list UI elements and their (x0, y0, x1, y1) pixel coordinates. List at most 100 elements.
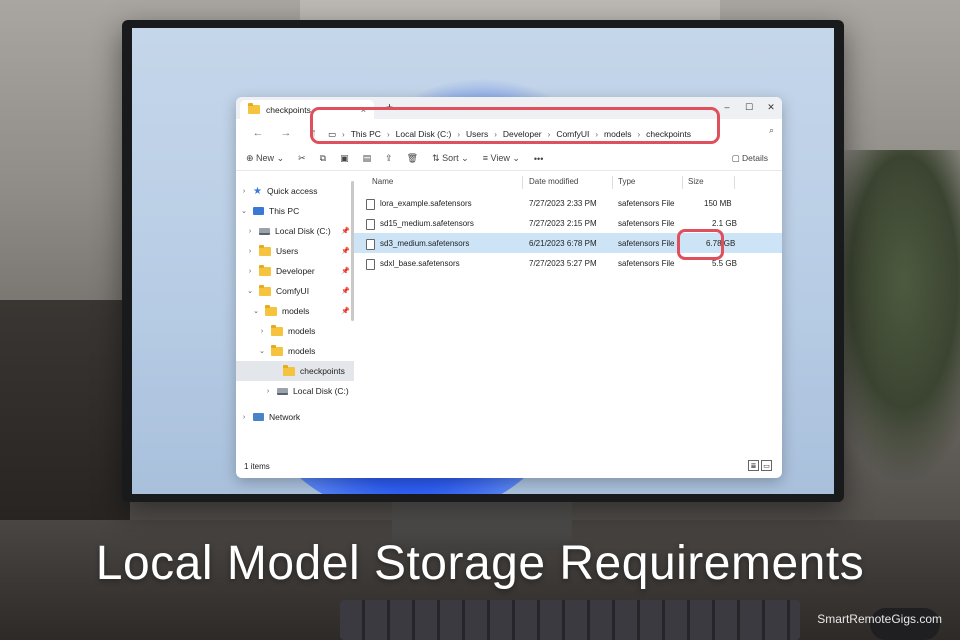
sidebar-item-label: Developer (276, 266, 315, 276)
file-type: safetensors File (618, 239, 675, 248)
chevron-right-icon[interactable]: › (258, 328, 266, 335)
file-name: sd15_medium.safetensors (380, 219, 474, 228)
status-bar: 1 items ≣ ▭ (236, 454, 782, 478)
sidebar-item-models[interactable]: ⌄ models 📌 (236, 301, 354, 321)
sidebar-item-label: Local Disk (C:) (275, 226, 331, 236)
caption-title: Local Model Storage Requirements (95, 537, 865, 590)
delete-icon[interactable]: 🗑 (407, 153, 418, 164)
sidebar-item-checkpoints[interactable]: checkpoints (236, 361, 354, 381)
column-size[interactable]: Size (688, 177, 704, 186)
file-icon (366, 219, 375, 230)
chevron-right-icon[interactable]: › (240, 188, 248, 195)
column-name[interactable]: Name (372, 177, 393, 186)
sidebar-item-users[interactable]: › Users 📌 (236, 241, 354, 261)
network-icon (253, 413, 264, 421)
cut-icon[interactable]: ✂ (298, 153, 306, 164)
sidebar-item-this-pc[interactable]: ⌄ This PC (236, 201, 354, 221)
watermark: SmartRemoteGigs.com (817, 612, 942, 626)
pin-icon: 📌 (341, 308, 350, 315)
chevron-down-icon[interactable]: ⌄ (240, 207, 248, 215)
forward-button[interactable]: → (272, 127, 300, 139)
sidebar-item-label: checkpoints (300, 366, 345, 376)
star-icon: ★ (253, 185, 262, 197)
more-button[interactable]: ••• (534, 154, 543, 164)
tab-title: checkpoints (266, 104, 311, 115)
search-icon[interactable]: ⌕ (769, 125, 774, 136)
table-row[interactable]: lora_example.safetensors 7/27/2023 2:33 … (354, 193, 782, 213)
chevron-right-icon[interactable]: › (246, 268, 254, 275)
column-divider[interactable] (734, 176, 735, 189)
paste-icon[interactable]: ▣ (340, 153, 349, 164)
desktop-screen: checkpoints × + – ☐ ✕ ← → ↑ ▭ › This PC (132, 28, 834, 494)
file-size: 5.5 GB (712, 259, 737, 268)
sidebar-item-quick-access[interactable]: › ★ Quick access (236, 181, 354, 201)
sidebar-item-developer[interactable]: › Developer 📌 (236, 261, 354, 281)
file-date: 6/21/2023 6:78 PM (529, 239, 597, 248)
sort-button[interactable]: ⇅ Sort ⌄ (432, 153, 469, 164)
file-date: 7/27/2023 2:15 PM (529, 219, 597, 228)
drive-icon (259, 227, 270, 235)
rename-icon[interactable]: ▤ (363, 153, 372, 164)
copy-icon[interactable]: ⧉ (320, 153, 326, 164)
maximize-button[interactable]: ☐ (738, 97, 760, 117)
navigation-pane: › ★ Quick access ⌄ This PC › Local Disk … (236, 171, 354, 431)
pin-icon: 📌 (341, 248, 350, 255)
chevron-down-icon[interactable]: ⌄ (252, 307, 260, 315)
new-button[interactable]: ⊕ New ⌄ (246, 153, 284, 164)
sidebar-item-label: Network (269, 412, 301, 422)
new-label: New (256, 153, 275, 163)
chevron-right-icon[interactable]: › (240, 414, 248, 421)
back-button[interactable]: ← (244, 127, 272, 139)
file-size: 150 MB (704, 199, 732, 208)
sidebar-item-network[interactable]: › Network (236, 407, 354, 427)
details-view-icon[interactable]: ≣ (748, 460, 759, 471)
column-date[interactable]: Date modified (529, 177, 578, 186)
details-label: Details (742, 153, 768, 163)
file-icon (366, 239, 375, 250)
item-count: 1 items (244, 461, 270, 471)
column-divider[interactable] (522, 176, 523, 189)
chevron-down-icon[interactable]: ⌄ (258, 347, 266, 355)
file-name: sd3_medium.safetensors (380, 239, 470, 248)
pin-icon: 📌 (341, 288, 350, 295)
sidebar-item-label: Local Disk (C:) (293, 386, 349, 396)
sidebar-item-label: models (288, 326, 316, 336)
column-type[interactable]: Type (618, 177, 635, 186)
share-icon[interactable]: ⇪ (385, 153, 393, 164)
folder-icon (259, 264, 271, 276)
column-header-row: Name Date modified Type Size (354, 171, 782, 193)
drive-icon (277, 387, 288, 395)
sidebar-item-comfyui[interactable]: ⌄ ComfyUI 📌 (236, 281, 354, 301)
explorer-body: › ★ Quick access ⌄ This PC › Local Disk … (236, 171, 782, 431)
view-button[interactable]: ≡ View ⌄ (483, 153, 520, 164)
sidebar-item-label: models (288, 346, 316, 356)
sidebar-item-models[interactable]: ⌄ models (236, 341, 354, 361)
chevron-right-icon[interactable]: › (246, 228, 254, 235)
monitor: checkpoints × + – ☐ ✕ ← → ↑ ▭ › This PC (122, 20, 844, 502)
close-button[interactable]: ✕ (760, 97, 782, 117)
chevron-right-icon[interactable]: › (264, 388, 272, 395)
sidebar-item-local-disk[interactable]: › Local Disk (C:) (236, 381, 354, 401)
column-divider[interactable] (612, 176, 613, 189)
chevron-right-icon[interactable]: › (246, 248, 254, 255)
sidebar-item-label: Quick access (266, 186, 318, 196)
chevron-down-icon[interactable]: ⌄ (246, 287, 254, 295)
details-button[interactable]: ▢ Details (732, 153, 768, 164)
sidebar-item-label: Users (276, 246, 299, 256)
folder-icon (248, 103, 260, 114)
pc-icon (253, 207, 264, 215)
sidebar-item-models[interactable]: › models (236, 321, 354, 341)
sort-label: Sort (442, 153, 459, 163)
sidebar-item-label: ComfyUI (276, 286, 310, 296)
file-type: safetensors File (618, 199, 675, 208)
file-name: sdxl_base.safetensors (380, 259, 460, 268)
file-date: 7/27/2023 2:33 PM (529, 199, 597, 208)
folder-icon (283, 364, 295, 376)
file-type: safetensors File (618, 219, 675, 228)
column-divider[interactable] (682, 176, 683, 189)
sidebar-item-local-disk[interactable]: › Local Disk (C:) 📌 (236, 221, 354, 241)
folder-icon (271, 344, 283, 356)
tiles-view-icon[interactable]: ▭ (761, 460, 772, 471)
file-name: lora_example.safetensors (380, 199, 472, 208)
file-size: 2.1 GB (712, 219, 737, 228)
